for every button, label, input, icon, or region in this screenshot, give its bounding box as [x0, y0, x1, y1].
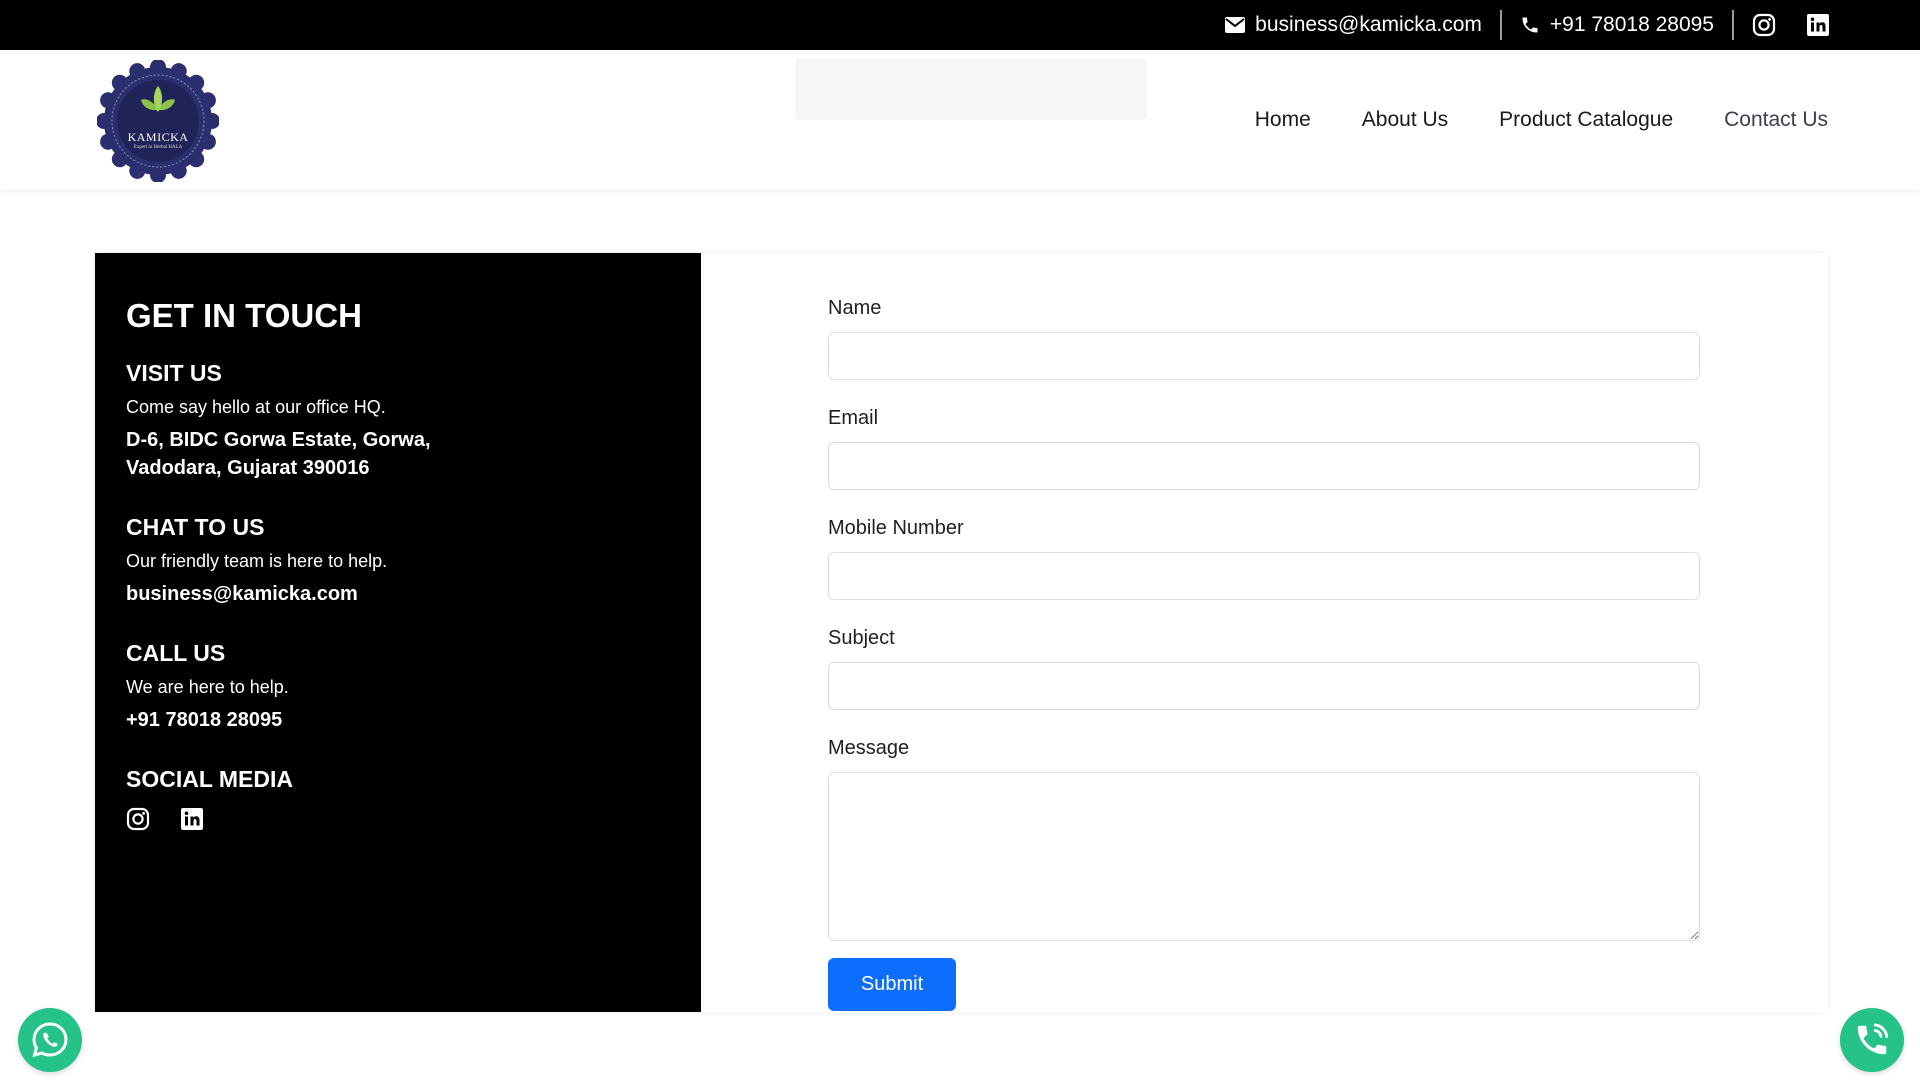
instagram-icon[interactable] [126, 807, 150, 831]
instagram-icon[interactable] [1752, 13, 1776, 37]
visit-heading: VISIT US [126, 360, 222, 386]
topbar-phone[interactable]: +91 78018 28095 [1502, 13, 1732, 37]
name-input[interactable] [828, 332, 1700, 380]
nav-contact-us[interactable]: Contact Us [1724, 108, 1828, 132]
subject-input[interactable] [828, 662, 1700, 710]
logo-wordmark: KAMICKA [127, 130, 189, 144]
topbar-email-text[interactable]: business@kamicka.com [1255, 13, 1482, 37]
site-header: KAMICKA Expert in Herbal HALA Home About… [0, 50, 1920, 190]
call-button[interactable] [1840, 1008, 1904, 1072]
email-label: Email [828, 407, 879, 429]
name-label: Name [828, 297, 882, 319]
chat-heading: CHAT TO US [126, 514, 265, 540]
social-icons [126, 807, 670, 831]
call-text: We are here to help. [126, 677, 289, 697]
chat-text: Our friendly team is here to help. [126, 551, 388, 571]
social-section: SOCIAL MEDIA [126, 766, 670, 831]
topbar-phone-text[interactable]: +91 78018 28095 [1550, 13, 1714, 37]
phone-icon [1520, 15, 1540, 35]
visit-section: VISIT US Come say hello at our office HQ… [126, 360, 670, 482]
header-placeholder [795, 58, 1147, 120]
top-bar: business@kamicka.com +91 78018 28095 [0, 0, 1920, 50]
mobile-input[interactable] [828, 552, 1700, 600]
message-label: Message [828, 737, 910, 759]
logo[interactable]: KAMICKA Expert in Herbal HALA [96, 59, 220, 183]
contact-title: GET IN TOUCH [126, 297, 362, 334]
contact-info-panel: GET IN TOUCH VISIT US Come say hello at … [95, 253, 701, 1012]
contact-form: Name Email Mobile Number Subject Message… [828, 297, 1700, 1011]
phone-call-icon [1853, 1021, 1891, 1059]
chat-email-link[interactable]: business@kamicka.com [126, 580, 670, 608]
social-heading: SOCIAL MEDIA [126, 766, 293, 792]
call-phone-link[interactable]: +91 78018 28095 [126, 706, 670, 734]
topbar-social [1734, 13, 1830, 37]
message-textarea[interactable] [828, 772, 1700, 941]
linkedin-icon[interactable] [1806, 13, 1830, 37]
whatsapp-button[interactable] [18, 1008, 82, 1072]
address-line1: D-6, BIDC Gorwa Estate, Gorwa, [126, 429, 431, 451]
logo-tagline: Expert in Herbal HALA [133, 145, 183, 150]
nav-home[interactable]: Home [1255, 108, 1311, 132]
submit-button[interactable]: Submit [828, 958, 956, 1011]
linkedin-icon[interactable] [180, 807, 204, 831]
subject-label: Subject [828, 627, 895, 649]
nav-product-catalogue[interactable]: Product Catalogue [1499, 108, 1673, 132]
main-nav: Home About Us Product Catalogue Contact … [1255, 108, 1828, 132]
contact-card: GET IN TOUCH VISIT US Come say hello at … [95, 253, 1828, 1012]
whatsapp-icon [30, 1020, 70, 1060]
email-input[interactable] [828, 442, 1700, 490]
mobile-label: Mobile Number [828, 517, 964, 539]
address-line2: Vadodara, Gujarat 390016 [126, 457, 370, 479]
visit-text: Come say hello at our office HQ. [126, 397, 386, 417]
nav-about-us[interactable]: About Us [1362, 108, 1448, 132]
envelope-icon [1225, 17, 1246, 33]
topbar-email[interactable]: business@kamicka.com [1207, 13, 1500, 37]
chat-section: CHAT TO US Our friendly team is here to … [126, 514, 670, 608]
call-heading: CALL US [126, 640, 226, 666]
call-section: CALL US We are here to help. +91 78018 2… [126, 640, 670, 734]
